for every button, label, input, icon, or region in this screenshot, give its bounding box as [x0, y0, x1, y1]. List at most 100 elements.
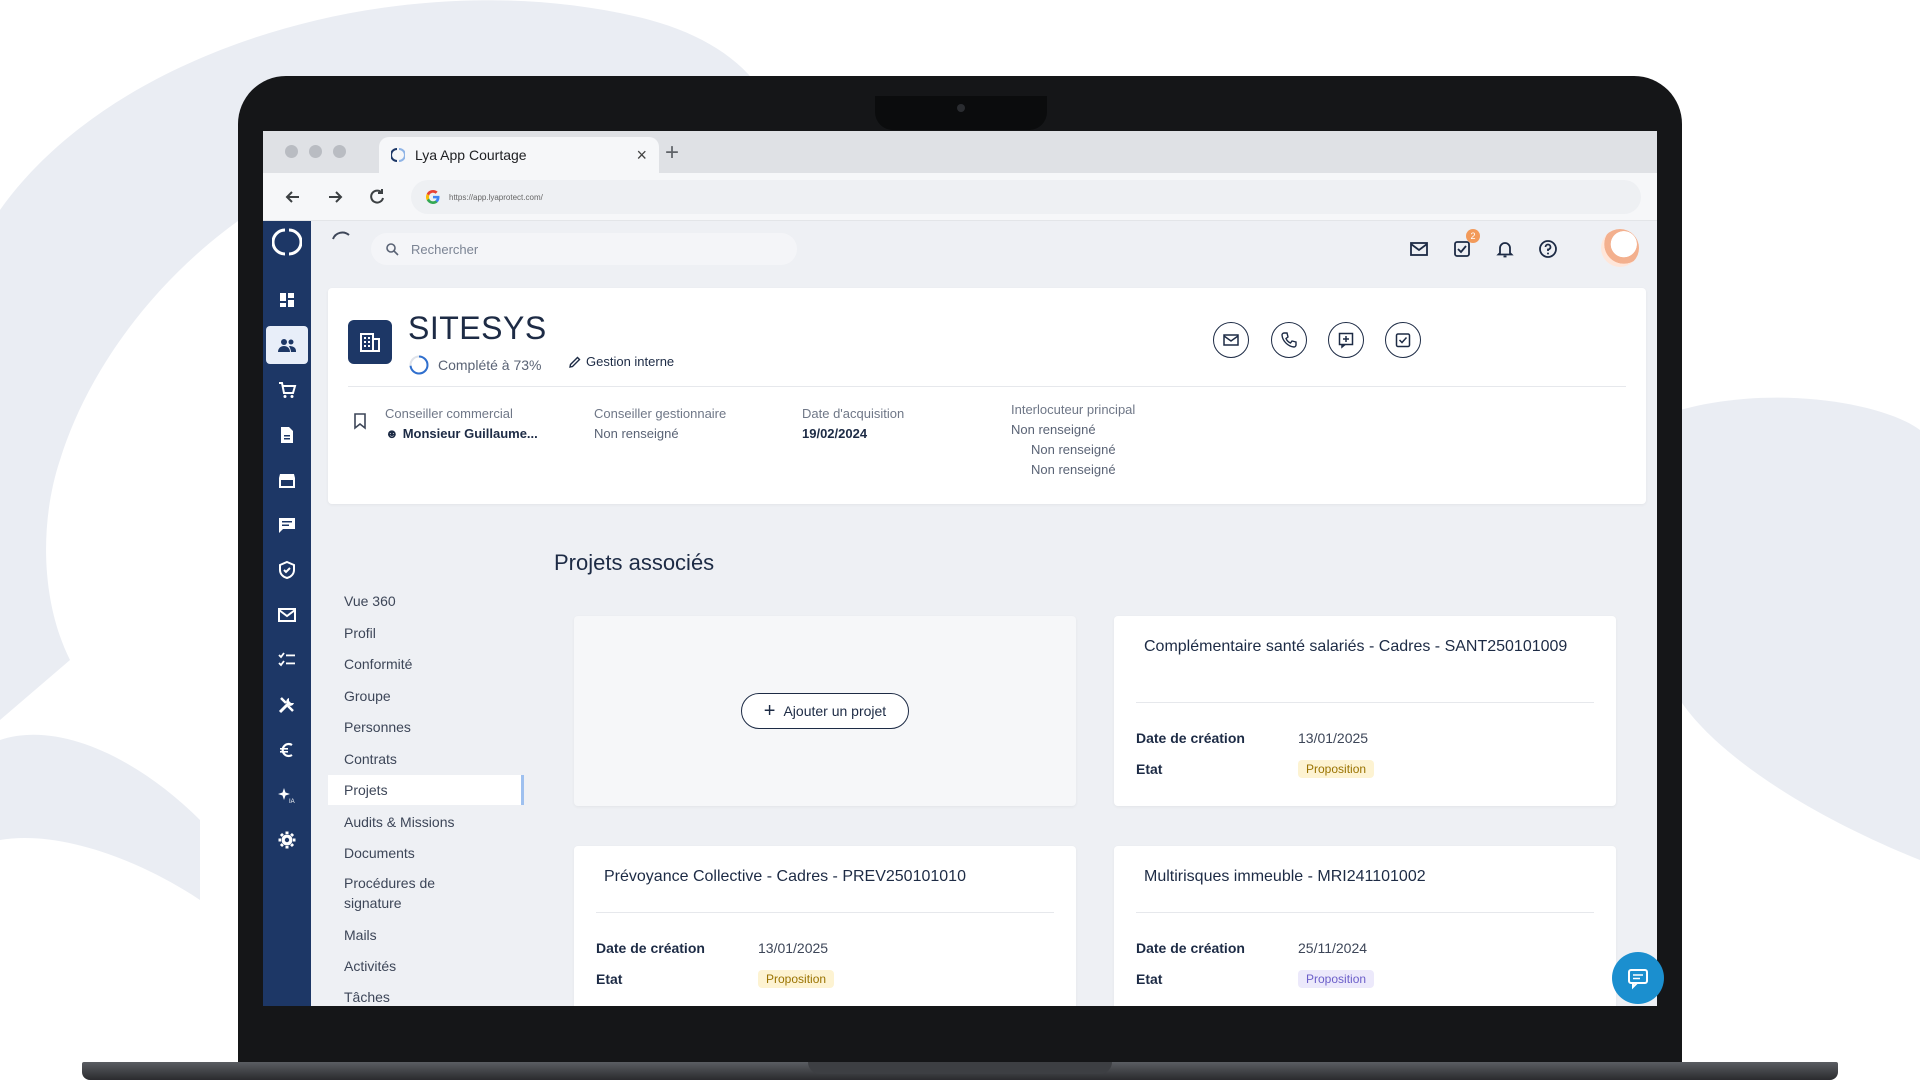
search-input[interactable] [411, 241, 771, 257]
section-title: Projets associés [554, 550, 715, 575]
submenu-item-vue-360[interactable]: Vue 360 [328, 586, 524, 616]
sidebar-item-dashboard[interactable] [266, 281, 308, 319]
status-badge: Proposition [1298, 970, 1375, 988]
sidebar-item-cart[interactable] [266, 371, 308, 409]
header-divider [348, 386, 1626, 387]
creation-date: 13/01/2025 [1298, 730, 1369, 746]
bookmark-icon[interactable] [352, 412, 368, 430]
window-maximize-dot[interactable] [333, 145, 346, 158]
new-tab-button[interactable]: + [665, 139, 679, 167]
laptop-hinge [808, 1062, 1112, 1074]
project-card[interactable]: Prévoyance Collective - Cadres - PREV250… [574, 846, 1076, 1006]
add-task-button[interactable] [1385, 322, 1421, 358]
card-divider [1136, 702, 1594, 703]
url-bar[interactable]: https://app.lyaprotect.com/ [411, 180, 1641, 214]
cart-icon [279, 382, 297, 398]
status-badge: Proposition [758, 970, 835, 988]
etat-label: Etat [1136, 761, 1163, 777]
sidebar-item-store[interactable] [266, 461, 308, 499]
gestion-interne-link[interactable]: Gestion interne [568, 354, 674, 369]
submenu-item-mails[interactable]: Mails [328, 920, 524, 950]
notifications-button[interactable] [1493, 237, 1517, 261]
projects-section: Projets associés + Ajouter un projet Com… [524, 518, 1657, 1006]
message-icon [279, 518, 295, 533]
submenu-item-conformite[interactable]: Conformité [328, 649, 524, 679]
send-mail-button[interactable] [1213, 322, 1249, 358]
project-creation-row: Date de création 13/01/2025 [1136, 730, 1368, 746]
submenu-item-documents[interactable]: Documents [328, 838, 524, 868]
gestionnaire-label: Conseiller gestionnaire [594, 406, 727, 421]
app-logo-icon [272, 228, 302, 256]
laptop-screen: Lya App Courtage × + https://app.lyaprot… [263, 131, 1657, 1006]
submenu-item-personnes[interactable]: Personnes [328, 712, 524, 742]
browser-addressbar: https://app.lyaprotect.com/ [263, 173, 1657, 221]
plus-icon: + [763, 700, 776, 722]
back-button[interactable] [279, 183, 307, 211]
add-note-icon [1338, 332, 1354, 349]
sidebar-item-messages[interactable] [266, 506, 308, 544]
task-check-icon [1395, 333, 1411, 348]
checklist-icon [278, 652, 295, 667]
sidebar-item-tools[interactable] [266, 686, 308, 724]
submenu-item-procedures-signature[interactable]: Procédures de signature [328, 870, 468, 916]
commercial-value[interactable]: ☻ Monsieur Guillaume... [385, 426, 538, 441]
tab-title: Lya App Courtage [415, 147, 527, 163]
arrow-left-icon [285, 191, 299, 203]
reload-button[interactable] [363, 183, 391, 211]
main-contact: Interlocuteur principal Non renseigné No… [1011, 402, 1135, 477]
add-note-button[interactable] [1328, 322, 1364, 358]
sidebar-item-mail[interactable] [266, 596, 308, 634]
sidebar-item-finance[interactable] [266, 731, 308, 769]
add-project-label: Ajouter un projet [783, 703, 887, 719]
sidebar-item-documents[interactable] [266, 416, 308, 454]
chat-support-button[interactable] [1612, 952, 1664, 1004]
creation-date: 25/11/2024 [1298, 940, 1368, 956]
call-button[interactable] [1271, 322, 1307, 358]
document-icon [281, 427, 293, 443]
sidebar-item-clients[interactable] [266, 326, 308, 364]
acquisition-date: Date d'acquisition 19/02/2024 [802, 406, 904, 441]
tasks-button[interactable]: 2 [1450, 229, 1480, 261]
search-icon [386, 243, 399, 256]
window-minimize-dot[interactable] [309, 145, 322, 158]
gestionnaire-value: Non renseigné [594, 426, 679, 441]
chat-icon [1628, 969, 1648, 990]
submenu-item-groupe[interactable]: Groupe [328, 681, 524, 711]
add-project-button[interactable]: + Ajouter un projet [740, 693, 910, 729]
submenu-item-activites[interactable]: Activités [328, 951, 524, 981]
company-header-card: SITESYS Complété à 73% Gestion interne C… [328, 288, 1646, 504]
user-avatar[interactable] [1601, 229, 1639, 267]
dashboard-icon [280, 293, 294, 307]
project-creation-row: Date de création 13/01/2025 [596, 940, 828, 956]
search-box[interactable] [371, 233, 797, 265]
laptop-notch [875, 96, 1047, 130]
company-name: SITESYS [408, 310, 547, 346]
help-button[interactable] [1536, 237, 1560, 261]
forward-button[interactable] [321, 183, 349, 211]
sidebar-item-security[interactable] [266, 551, 308, 589]
mail-icon [1223, 334, 1239, 346]
euro-icon [280, 742, 293, 758]
mail-button[interactable] [1407, 237, 1431, 261]
browser-tab[interactable]: Lya App Courtage × [379, 137, 659, 173]
tab-close-icon[interactable]: × [636, 145, 647, 166]
submenu-item-audits-missions[interactable]: Audits & Missions [328, 807, 524, 837]
building-icon [348, 320, 392, 364]
gear-icon [278, 831, 296, 849]
project-title: Multirisques immeuble - MRI241101002 [1144, 868, 1426, 885]
sidebar-item-settings[interactable] [266, 821, 308, 859]
project-card[interactable]: Complémentaire santé salariés - Cadres -… [1114, 616, 1616, 806]
submenu-item-contrats[interactable]: Contrats [328, 744, 524, 774]
window-close-dot[interactable] [285, 145, 298, 158]
url-text: https://app.lyaprotect.com/ [449, 192, 543, 202]
submenu-item-projets[interactable]: Projets [328, 775, 524, 805]
project-card[interactable]: Multirisques immeuble - MRI241101002 Dat… [1114, 846, 1616, 1006]
sidebar-item-tasks[interactable] [266, 641, 308, 679]
ai-sparkle-icon: IA [278, 788, 295, 805]
phone-icon [1281, 332, 1297, 348]
creation-label: Date de création [596, 940, 705, 956]
creation-label: Date de création [1136, 730, 1245, 746]
sidebar-item-ai[interactable]: IA [266, 776, 308, 814]
submenu-item-taches[interactable]: Tâches [328, 982, 524, 1006]
submenu-item-profil[interactable]: Profil [328, 618, 524, 648]
